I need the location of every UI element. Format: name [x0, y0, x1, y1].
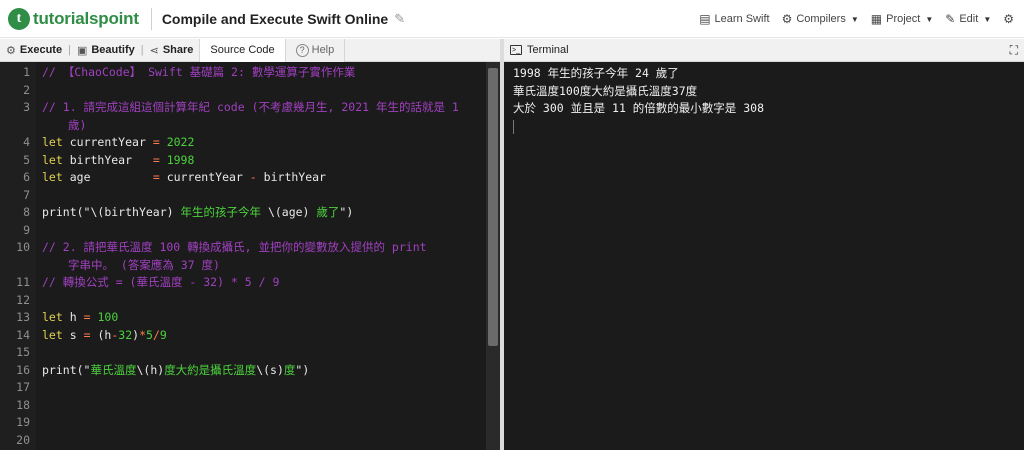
terminal-output-line: 華氏溫度100度大約是攝氏溫度37度: [513, 83, 698, 98]
code-line: 10// 2. 請把華氏溫度 100 轉換成攝氏, 並把你的變數放入提供的 pr…: [16, 240, 427, 272]
chevron-down-icon: ▼: [850, 14, 859, 24]
code-editor[interactable]: 1// 【ChaoCode】 Swift 基礎篇 2: 數學運算子實作作業 2 …: [0, 62, 500, 450]
share-label: Share: [162, 44, 194, 56]
nav-learn-swift[interactable]: ▤ Learn Swift: [699, 12, 769, 26]
chevron-down-icon: ▼: [925, 14, 934, 24]
code-line: 13 let h = 100: [16, 310, 119, 324]
nav-edit-label: Edit: [959, 13, 979, 25]
code-line: 4 let currentYear = 2022: [23, 135, 195, 149]
code-line: 19: [16, 415, 30, 429]
code-line: 11// 轉換公式 = (華氏溫度 - 32) * 5 / 9: [16, 275, 280, 289]
expand-icon[interactable]: ⛶: [1010, 43, 1018, 58]
gear-icon: ⚙: [781, 12, 793, 26]
code-line: 15: [16, 345, 30, 359]
code-line: 18: [16, 397, 30, 412]
code-line: 9: [23, 222, 30, 237]
help-icon: ?: [295, 43, 309, 57]
logo-text: tutorialspoint: [33, 8, 139, 28]
logo[interactable]: t tutorialspoint: [8, 7, 139, 30]
code-line: 3// 1. 請完成這組這個計算年紀 code (不考慮幾月生, 2021 年生…: [23, 100, 459, 132]
header-divider: [150, 7, 152, 30]
terminal-cursor: [513, 119, 514, 134]
edit-title-icon[interactable]: ✎: [394, 11, 405, 27]
code-line: 7: [23, 187, 30, 202]
code-line: 20: [16, 432, 30, 447]
nav-learn-swift-label: Learn Swift: [714, 13, 770, 25]
code-line: 16 print("華氏溫度\(h)度大約是攝氏溫度\(s)度"): [16, 362, 310, 377]
chevron-down-icon: ▼: [983, 14, 992, 24]
editor-scrollbar[interactable]: [486, 62, 500, 450]
nav-compilers-label: Compilers: [796, 13, 846, 25]
nav-project[interactable]: ▦ Project ▼: [871, 12, 934, 26]
code-line: 17: [16, 380, 30, 394]
edit-icon: ✎: [945, 12, 956, 26]
execute-label: Execute: [19, 44, 63, 56]
settings-button[interactable]: ⚙: [1003, 12, 1018, 26]
code-line: 8 print("\(birthYear) 年生的孩子今年 \(age) 歲了"): [23, 205, 354, 219]
nav-compilers[interactable]: ⚙ Compilers ▼: [782, 12, 859, 26]
code-line: 14 let s = (h-32)*5/9: [16, 327, 167, 342]
share-button[interactable]: ⋖ Share: [144, 39, 200, 62]
share-icon: ⋖: [149, 44, 159, 57]
beautify-label: Beautify: [91, 44, 135, 56]
tab-help-label: Help: [311, 44, 335, 56]
settings-gear-icon: ⚙: [1003, 12, 1014, 26]
terminal-title: Terminal: [527, 44, 569, 56]
execute-button[interactable]: ⚙ Execute: [0, 39, 68, 62]
code-line: 12: [16, 292, 30, 307]
terminal-output-line: 大於 300 並且是 11 的倍數的最小數字是 308: [513, 101, 765, 115]
editor-toolbar: ⚙ Execute | ▣ Beautify | ⋖ Share Source …: [0, 38, 500, 62]
scrollbar-thumb[interactable]: [488, 68, 498, 346]
book-icon: ▤: [699, 12, 711, 26]
logo-icon: t: [8, 7, 30, 30]
tab-source-code[interactable]: Source Code: [199, 38, 286, 62]
beautify-icon: ▣: [76, 44, 88, 57]
code-line: 2: [23, 82, 30, 97]
beautify-button[interactable]: ▣ Beautify: [71, 39, 141, 62]
page-title: Compile and Execute Swift Online: [161, 10, 389, 27]
terminal-output-line: 1998 年生的孩子今年 24 歲了: [513, 66, 679, 80]
nav-edit[interactable]: ✎ Edit ▼: [945, 12, 991, 26]
terminal-icon: >_: [510, 45, 522, 55]
grid-icon: ▦: [870, 12, 883, 26]
code-line: 6 let age = currentYear - birthYear: [23, 170, 326, 184]
terminal-header: >_ Terminal ⛶: [504, 39, 1024, 62]
header-nav: ▤ Learn Swift ⚙ Compilers ▼ ▦ Project ▼ …: [687, 0, 1024, 38]
code-line: 5 let birthYear = 1998: [23, 152, 195, 167]
terminal-output[interactable]: 1998 年生的孩子今年 24 歲了 華氏溫度100度大約是攝氏溫度37度 大於…: [504, 62, 1024, 450]
execute-icon: ⚙: [6, 44, 16, 57]
top-header: t tutorialspoint Compile and Execute Swi…: [0, 0, 1024, 38]
code-line: 1// 【ChaoCode】 Swift 基礎篇 2: 數學運算子實作作業: [23, 65, 356, 79]
tab-source-code-label: Source Code: [210, 44, 275, 56]
nav-project-label: Project: [886, 13, 921, 25]
tab-help[interactable]: ? Help: [285, 38, 346, 62]
